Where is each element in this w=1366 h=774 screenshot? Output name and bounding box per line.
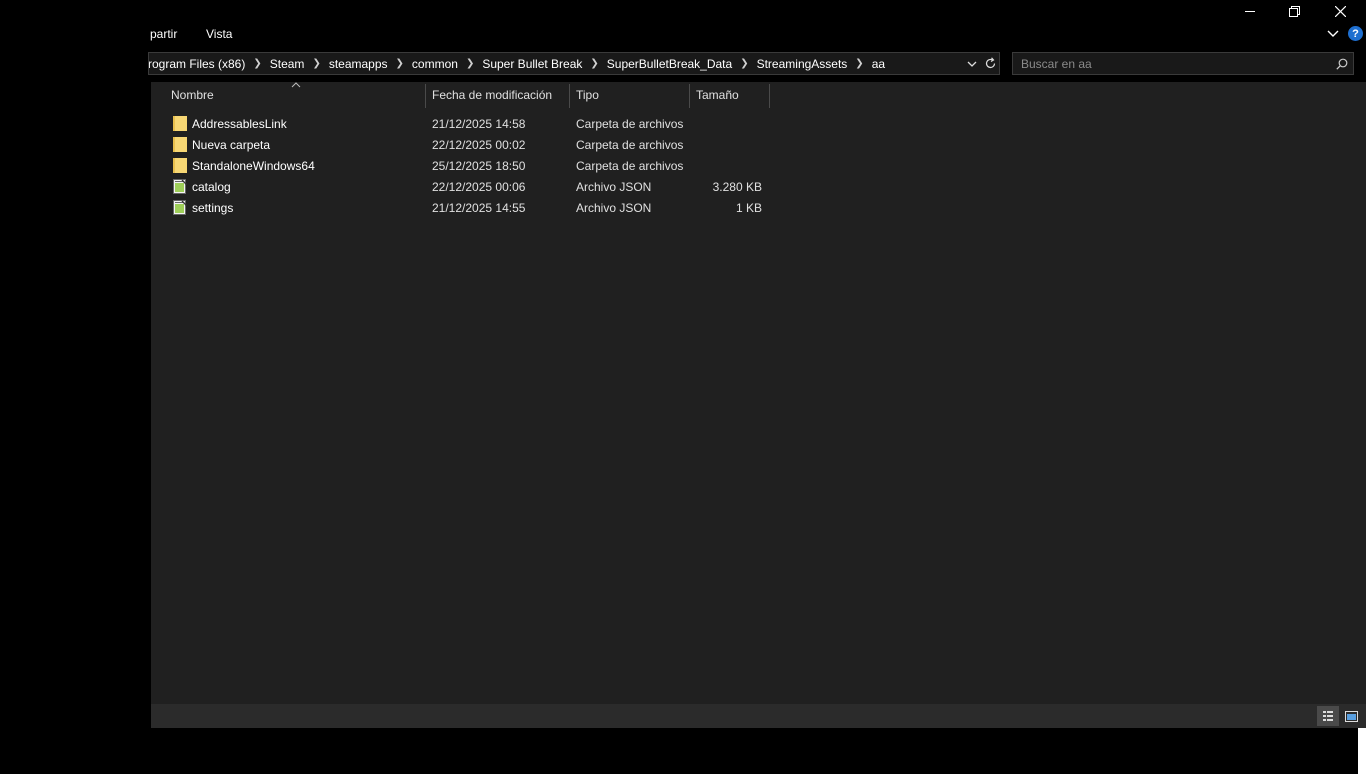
breadcrumb-separator-icon[interactable]: ❯ [735,58,753,69]
ribbon-expand-button[interactable] [1325,26,1341,42]
search-input[interactable] [1013,55,1331,72]
file-date: 21/12/2025 14:55 [432,200,526,215]
restore-button[interactable] [1272,0,1317,22]
chevron-down-icon [967,61,977,67]
breadcrumb-separator-icon[interactable]: ❯ [248,58,266,69]
breadcrumb-super-bullet-break[interactable]: Super Bullet Break [479,57,585,71]
breadcrumb: rogram Files (x86) ❯ Steam ❯ steamapps ❯… [149,57,963,71]
file-date: 21/12/2025 14:58 [432,116,526,131]
ribbon-tab-share[interactable]: partir [150,27,177,41]
minimize-icon [1244,11,1255,12]
folder-icon [173,137,187,152]
breadcrumb-separator-icon[interactable]: ❯ [585,58,603,69]
file-date: 22/12/2025 00:06 [432,179,526,194]
chevron-down-icon [1327,30,1339,37]
refresh-icon [985,57,995,69]
breadcrumb-streamingassets[interactable]: StreamingAssets [754,57,851,71]
file-date: 25/12/2025 18:50 [432,158,526,173]
file-row[interactable]: Nueva carpeta 22/12/2025 00:02 Carpeta d… [151,134,771,155]
refresh-button[interactable] [981,53,999,74]
json-file-icon [173,179,187,194]
large-icons-view-button[interactable] [1340,706,1362,726]
file-name: Nueva carpeta [192,137,271,152]
ribbon-tab-view[interactable]: Vista [206,27,232,41]
file-row[interactable]: StandaloneWindows64 25/12/2025 18:50 Car… [151,155,771,176]
breadcrumb-separator-icon[interactable]: ❯ [391,58,409,69]
breadcrumb-steamapps[interactable]: steamapps [326,57,391,71]
column-header-date[interactable]: Fecha de modificación [426,82,569,108]
file-date: 22/12/2025 00:02 [432,137,526,152]
address-history-dropdown[interactable] [963,53,981,74]
json-file-icon [173,200,187,215]
column-divider[interactable] [769,84,770,108]
folder-icon [173,158,187,173]
breadcrumb-common[interactable]: common [409,57,461,71]
file-name: StandaloneWindows64 [192,158,315,173]
search-box [1012,52,1354,75]
breadcrumb-separator-icon[interactable]: ❯ [307,58,325,69]
breadcrumb-program-files[interactable]: rogram Files (x86) [149,57,248,71]
file-type: Carpeta de archivos [576,137,684,152]
details-view-button[interactable] [1317,706,1339,726]
large-icons-view-icon [1344,710,1358,722]
file-type: Archivo JSON [576,179,652,194]
breadcrumb-separator-icon[interactable]: ❯ [850,58,868,69]
breadcrumb-separator-icon[interactable]: ❯ [461,58,479,69]
close-button[interactable] [1318,0,1363,22]
file-list-pane[interactable]: Nombre Fecha de modificación Tipo Tamaño… [151,82,1366,704]
address-bar[interactable]: rogram Files (x86) ❯ Steam ❯ steamapps ❯… [148,52,1000,75]
file-name: settings [192,200,234,215]
breadcrumb-aa[interactable]: aa [869,57,888,71]
minimize-button[interactable] [1227,0,1272,22]
file-size: 3.280 KB [712,179,762,194]
file-row[interactable]: catalog 22/12/2025 00:06 Archivo JSON 3.… [151,176,771,197]
column-header-size[interactable]: Tamaño [690,82,769,108]
breadcrumb-steam[interactable]: Steam [267,57,308,71]
file-type: Archivo JSON [576,200,652,215]
file-row[interactable]: AddressablesLink 21/12/2025 14:58 Carpet… [151,113,771,134]
column-header-name[interactable]: Nombre [165,82,424,108]
close-icon [1335,5,1346,17]
file-type: Carpeta de archivos [576,158,684,173]
file-row[interactable]: settings 21/12/2025 14:55 Archivo JSON 1… [151,197,771,218]
file-name: catalog [192,179,231,194]
folder-icon [173,116,187,131]
column-header-type[interactable]: Tipo [570,82,689,108]
background-window-edge [1358,728,1366,774]
status-bar [151,704,1366,728]
file-type: Carpeta de archivos [576,116,684,131]
restore-icon [1289,5,1300,17]
file-size: 1 KB [735,200,762,215]
search-button[interactable] [1331,53,1353,74]
file-name: AddressablesLink [192,116,287,131]
search-icon [1336,58,1348,70]
breadcrumb-superbulletbreak-data[interactable]: SuperBulletBreak_Data [604,57,735,71]
help-icon[interactable]: ? [1348,26,1363,41]
details-view-icon [1323,711,1333,721]
